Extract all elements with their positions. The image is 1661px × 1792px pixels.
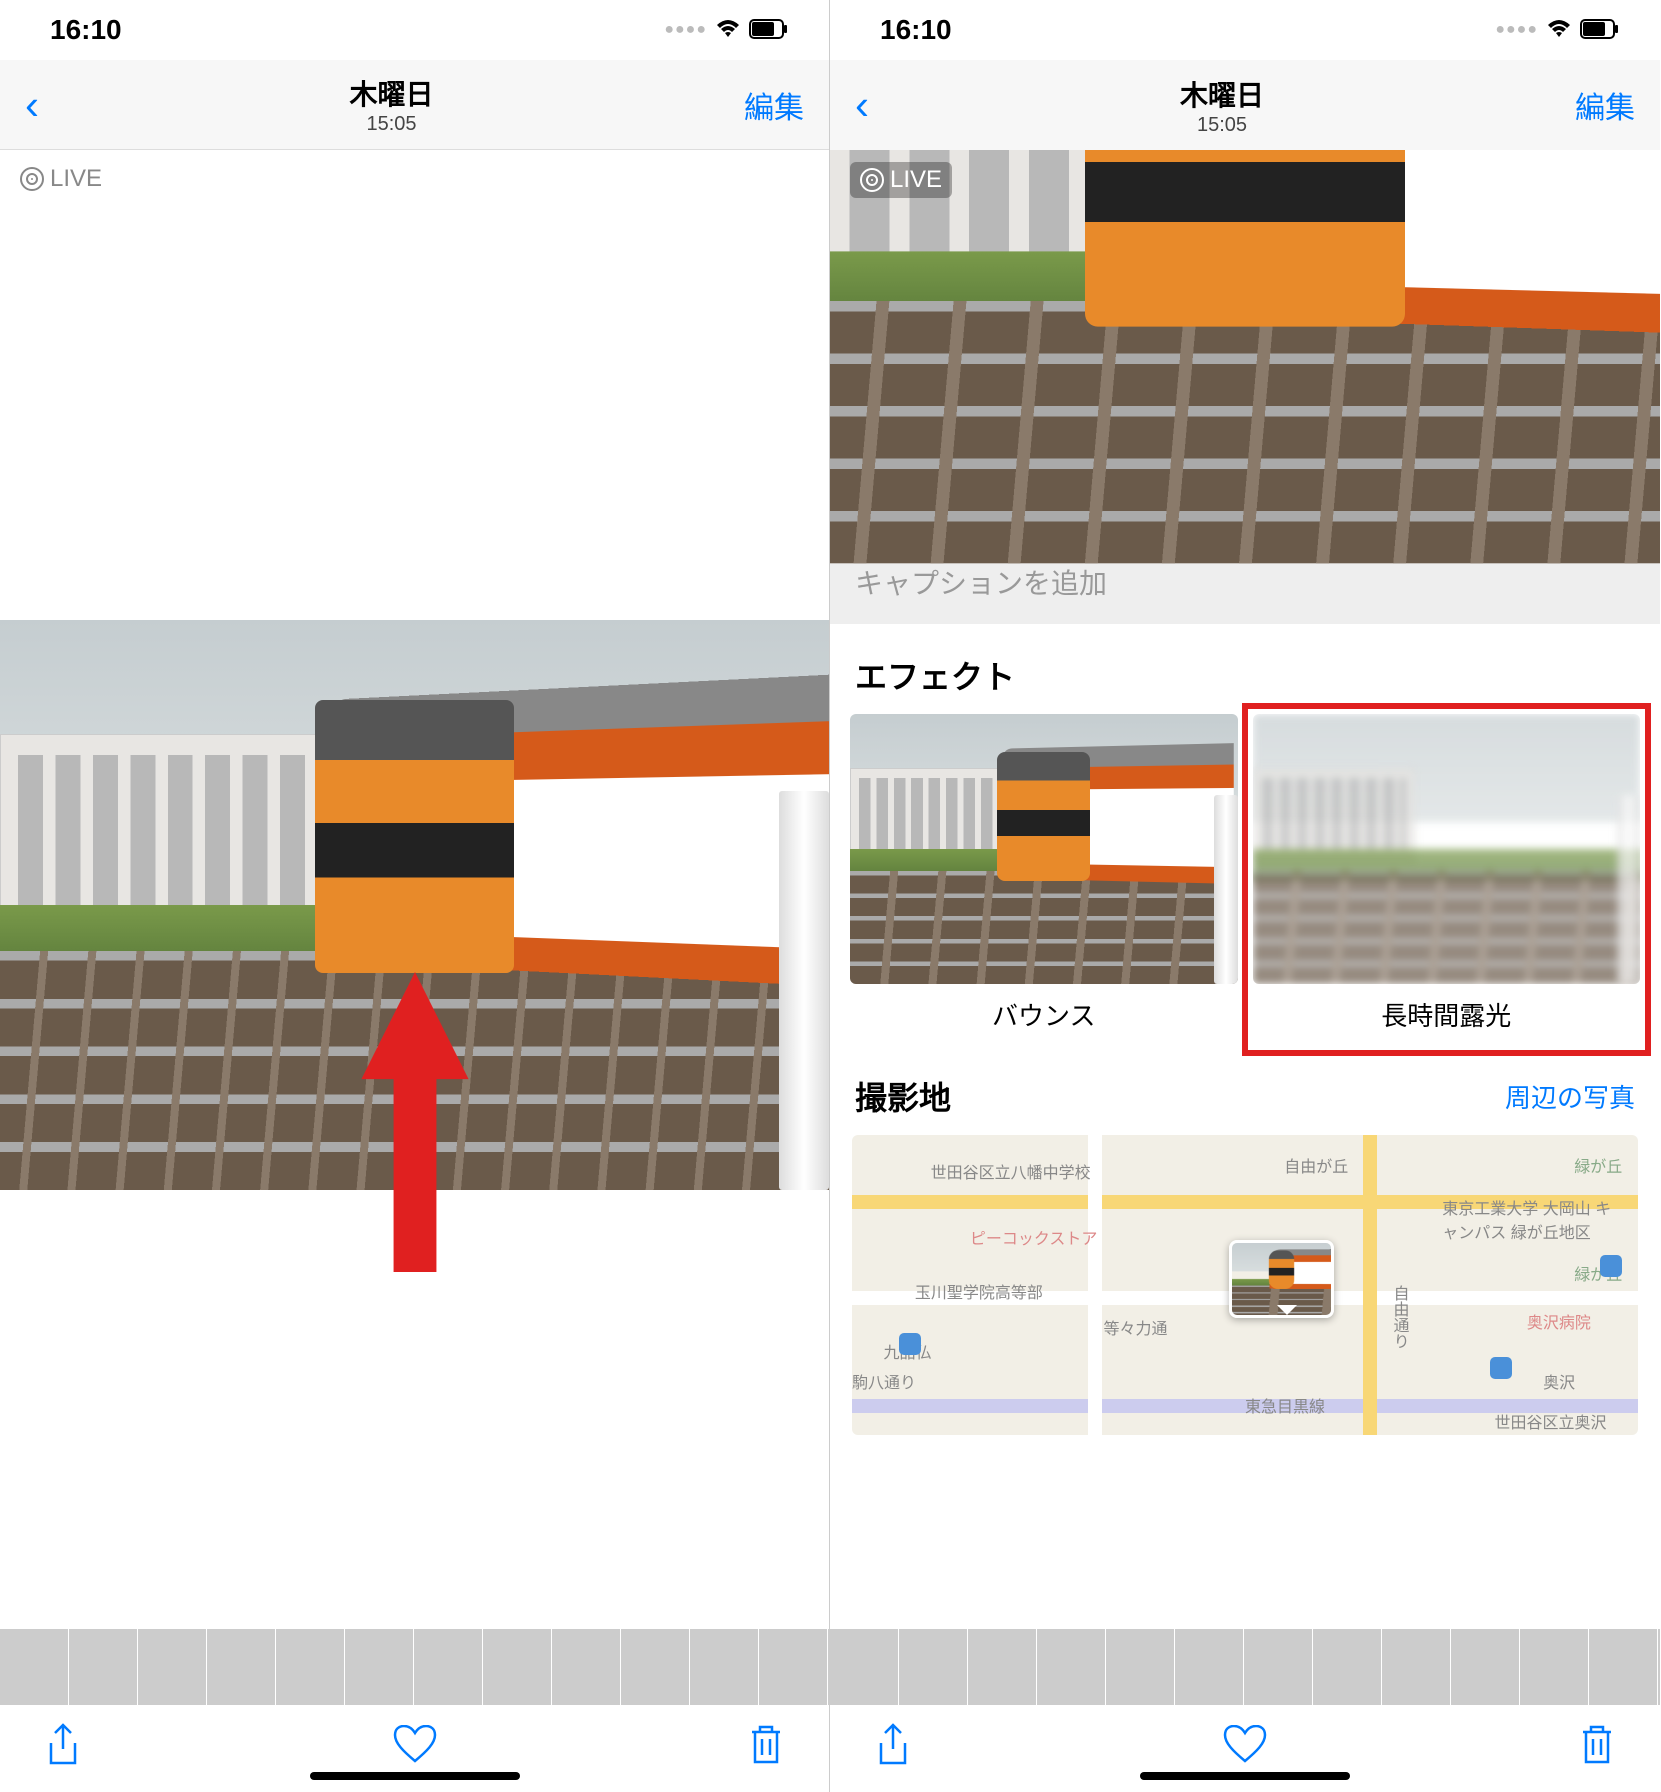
live-icon — [20, 167, 44, 191]
live-label: LIVE — [890, 166, 942, 194]
map-poi: ピーコックストア — [970, 1225, 1098, 1249]
share-button[interactable] — [45, 1723, 81, 1777]
live-badge: LIVE — [20, 165, 102, 193]
nav-day: 木曜日 — [39, 73, 744, 113]
thumbnail-strip[interactable] — [830, 1627, 1660, 1707]
nav-bar: ‹ 木曜日 15:05 編集 — [0, 60, 829, 150]
map-poi: 東急目黒線 — [1245, 1393, 1325, 1417]
live-badge: LIVE — [850, 162, 952, 198]
station-icon — [1600, 1255, 1622, 1277]
battery-icon — [749, 14, 789, 46]
nav-time: 15:05 — [869, 114, 1575, 137]
map-poi: 自由通り — [1386, 1285, 1410, 1349]
effects-header: エフェクト — [830, 624, 1660, 714]
effects-title: エフェクト — [855, 652, 1015, 698]
location-header: 撮影地 周辺の写真 — [830, 1045, 1660, 1135]
wifi-icon — [1546, 14, 1572, 46]
effect-long-exposure[interactable]: 長時間露光 — [1242, 703, 1652, 1056]
back-button[interactable]: ‹ — [25, 81, 39, 129]
battery-icon — [1580, 14, 1620, 46]
nearby-photos-link[interactable]: 周辺の写真 — [1505, 1078, 1635, 1115]
photo-viewer[interactable] — [0, 150, 829, 1627]
screen-left: 16:10 ●●●● ‹ 木曜日 15:05 編集 LIVE — [0, 0, 830, 1792]
screen-right: 16:10 ●●●● ‹ 木曜日 15:05 編集 LIVE キャプションを追加… — [830, 0, 1660, 1792]
map-poi: 等々力通 — [1104, 1315, 1168, 1339]
status-icons: ●●●● — [664, 14, 789, 46]
effects-row: バウンス 長時間露光 — [830, 714, 1660, 1045]
live-icon — [860, 168, 884, 192]
status-time: 16:10 — [50, 14, 122, 46]
status-time: 16:10 — [880, 14, 952, 46]
edit-button[interactable]: 編集 — [744, 83, 804, 127]
map-poi: 奥沢病院 — [1527, 1309, 1591, 1333]
map-photo-pin[interactable] — [1229, 1240, 1334, 1318]
trash-button[interactable] — [748, 1724, 784, 1776]
share-button[interactable] — [875, 1723, 911, 1777]
nav-title: 木曜日 15:05 — [39, 73, 744, 136]
effect-label: 長時間露光 — [1253, 984, 1641, 1045]
effect-bounce[interactable]: バウンス — [850, 714, 1238, 1045]
map-poi: 自由が丘 — [1284, 1153, 1348, 1177]
location-title: 撮影地 — [855, 1073, 951, 1119]
thumbnail-strip[interactable] — [0, 1627, 829, 1707]
wifi-icon — [715, 14, 741, 46]
status-bar: 16:10 ●●●● — [830, 0, 1660, 60]
nav-title: 木曜日 15:05 — [869, 74, 1575, 137]
edit-button[interactable]: 編集 — [1575, 83, 1635, 127]
favorite-button[interactable] — [1223, 1725, 1267, 1775]
live-label: LIVE — [50, 165, 102, 193]
home-indicator[interactable] — [310, 1772, 520, 1780]
map-view[interactable]: 世田谷区立八幡中学校 ピーコックストア 玉川聖学院高等部 九品仏 駒八通り 等々… — [852, 1135, 1638, 1435]
map-poi: 世田谷区立奥沢 — [1495, 1409, 1607, 1433]
effect-label: バウンス — [850, 984, 1238, 1045]
map-poi: 玉川聖学院高等部 — [915, 1279, 1043, 1303]
map-poi: 世田谷区立八幡中学校 — [931, 1159, 1091, 1183]
nav-bar: ‹ 木曜日 15:05 編集 — [830, 60, 1660, 150]
status-icons: ●●●● — [1495, 14, 1620, 46]
home-indicator[interactable] — [1140, 1772, 1350, 1780]
signal-dots: ●●●● — [1495, 21, 1538, 39]
status-bar: 16:10 ●●●● — [0, 0, 829, 60]
map-poi: 東京工業大学 大岡山 キャンパス 緑が丘地区 — [1442, 1195, 1622, 1243]
nav-day: 木曜日 — [869, 74, 1575, 114]
map-poi: 駒八通り — [852, 1369, 916, 1393]
favorite-button[interactable] — [393, 1725, 437, 1775]
map-poi: 奥沢 — [1543, 1369, 1575, 1393]
station-icon — [1490, 1357, 1512, 1379]
signal-dots: ●●●● — [664, 21, 707, 39]
station-icon — [899, 1333, 921, 1355]
nav-time: 15:05 — [39, 113, 744, 136]
trash-button[interactable] — [1579, 1724, 1615, 1776]
back-button[interactable]: ‹ — [855, 81, 869, 129]
swipe-up-arrow — [360, 972, 470, 1277]
map-poi: 緑が丘 — [1574, 1153, 1622, 1177]
detail-photo[interactable] — [830, 150, 1660, 540]
